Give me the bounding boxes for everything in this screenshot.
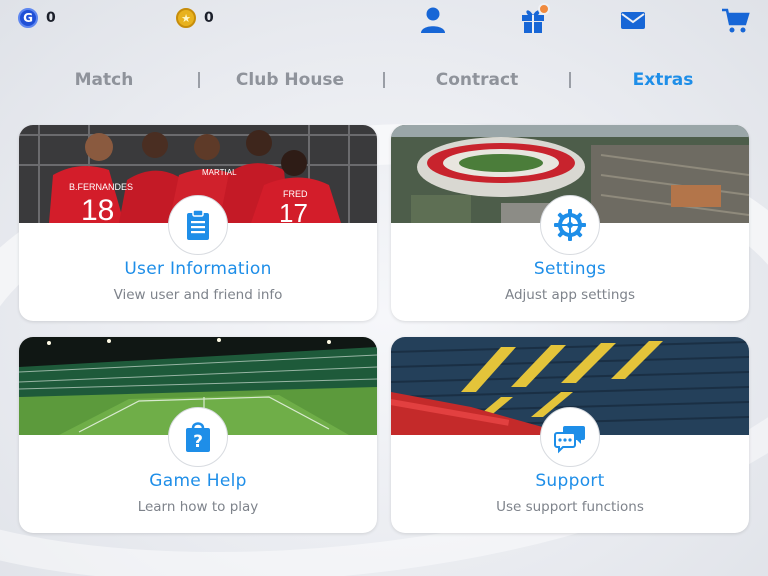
mail-icon[interactable]: [618, 5, 648, 35]
card-title: Support: [535, 471, 605, 491]
support-card[interactable]: Support Use support functions: [391, 337, 749, 533]
card-title: User Information: [124, 259, 272, 279]
tab-contract[interactable]: Contract: [387, 64, 567, 96]
game-help-card[interactable]: ? Game Help Learn how to play: [19, 337, 377, 533]
main-tabs: Match Club House Contract Extras: [0, 64, 768, 98]
card-subtitle: Adjust app settings: [504, 287, 636, 303]
coin-balance: ★ 0: [176, 8, 214, 28]
jersey-name-martial: MARTIAL: [202, 168, 237, 177]
user-icon[interactable]: [418, 5, 448, 35]
user-information-card[interactable]: B.FERNANDES 18 MARTIAL FRED 17 User Info…: [19, 125, 377, 321]
card-subtitle: Learn how to play: [137, 499, 259, 515]
help-bag-icon: ?: [186, 422, 210, 452]
clipboard-badge: [168, 195, 228, 255]
support-badge: [540, 407, 600, 467]
tab-match[interactable]: Match: [14, 64, 194, 96]
tab-extras[interactable]: Extras: [573, 64, 753, 96]
notification-dot: [538, 3, 550, 15]
top-bar: G 0 ★ 0: [0, 0, 768, 40]
card-title: Game Help: [149, 471, 247, 491]
gp-balance: G 0: [18, 8, 56, 28]
gp-coin-icon: G: [18, 8, 38, 28]
coin-amount: 0: [204, 10, 214, 26]
gear-icon: [554, 209, 586, 241]
svg-text:?: ?: [193, 432, 203, 452]
gear-badge: [540, 195, 600, 255]
tab-club-house[interactable]: Club House: [200, 64, 380, 96]
coin-icon: ★: [176, 8, 196, 28]
card-subtitle: Use support functions: [496, 499, 644, 515]
chat-bubbles-icon: [554, 426, 585, 454]
jersey-name-fernandes: B.FERNANDES: [69, 182, 133, 192]
settings-card[interactable]: Settings Adjust app settings: [391, 125, 749, 321]
help-badge: ?: [168, 407, 228, 467]
card-subtitle: View user and friend info: [113, 287, 283, 303]
clipboard-icon: [187, 209, 209, 240]
gift-icon[interactable]: [518, 3, 550, 35]
tab-divider: [383, 72, 385, 88]
gp-amount: 0: [46, 10, 56, 26]
tab-divider: [569, 72, 571, 88]
jersey-number-18: 18: [81, 194, 114, 223]
card-title: Settings: [533, 259, 607, 279]
jersey-number-17: 17: [279, 198, 308, 223]
cart-icon[interactable]: [720, 5, 750, 35]
